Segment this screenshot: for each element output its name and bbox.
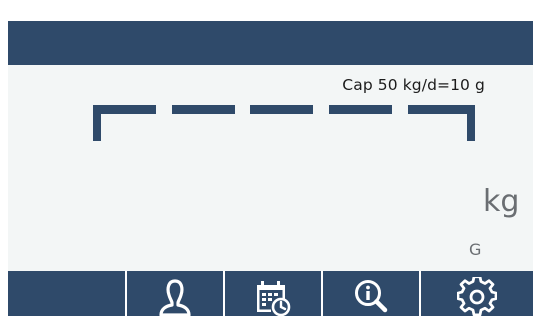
user-icon (158, 277, 192, 316)
title-bar (8, 21, 533, 65)
softkey-calendar[interactable] (225, 271, 321, 316)
weight-segment (250, 105, 313, 114)
weight-segment (329, 105, 392, 114)
gear-icon (456, 275, 498, 316)
weight-segment (467, 105, 475, 141)
gross-indicator: G (469, 240, 482, 259)
softkey-blank[interactable] (8, 271, 125, 316)
terminal-screen: Cap 50 kg/d=10 g kg G (8, 7, 533, 316)
softkey-information[interactable] (323, 271, 419, 316)
status-strip (8, 7, 533, 21)
weight-unit: kg (483, 184, 520, 219)
capacity-label: Cap 50 kg/d=10 g (342, 76, 485, 94)
weight-segment (93, 105, 156, 114)
softkey-user[interactable] (127, 271, 223, 316)
weight-display-area: Cap 50 kg/d=10 g kg G (8, 65, 533, 271)
info-magnifier-icon (353, 277, 389, 316)
weight-segment (408, 105, 475, 114)
softkey-bar (8, 271, 533, 316)
softkey-settings[interactable] (421, 271, 533, 316)
weight-segment (172, 105, 235, 114)
calendar-clock-icon (255, 277, 291, 316)
